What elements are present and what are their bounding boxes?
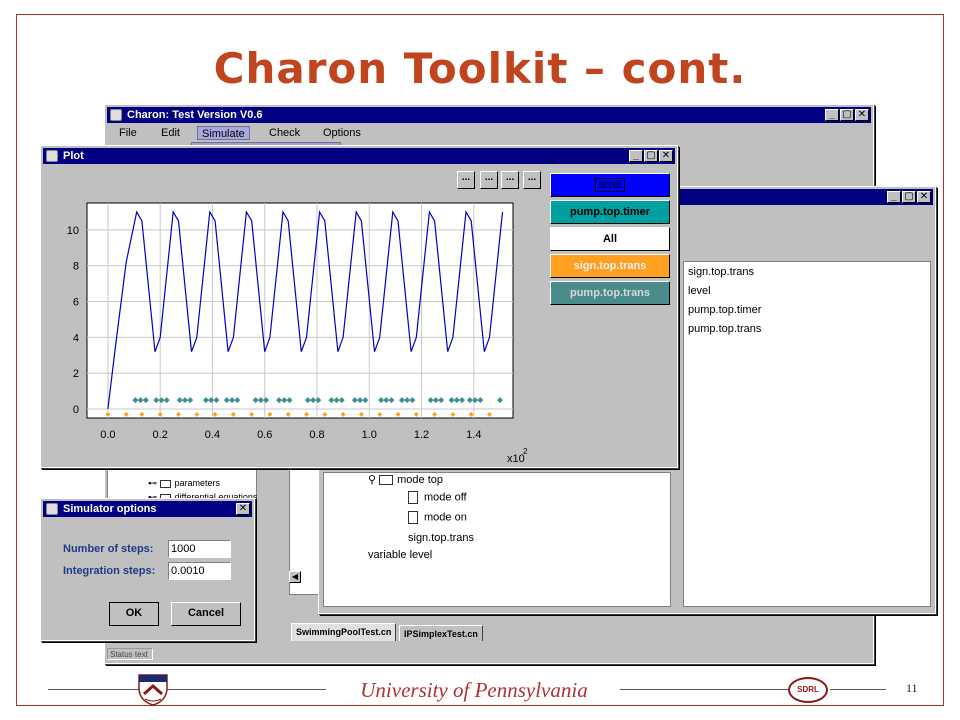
maximize-icon[interactable]: ▢ xyxy=(902,191,916,203)
tree-node-icon: ⊷ xyxy=(148,478,160,488)
x-tick-label: 0.8 xyxy=(309,429,324,441)
main-window-controls: _ ▢ ✕ xyxy=(824,109,869,121)
ok-button[interactable]: OK xyxy=(109,602,159,626)
dialog-controls: ✕ xyxy=(235,503,250,515)
menu-options[interactable]: Options xyxy=(319,126,365,140)
plot-chart: 0.0 0.2 0.4 0.6 0.8 1.0 1.2 1.40246810x102 xyxy=(67,202,528,465)
x-tick-label: 1.2 xyxy=(414,429,429,441)
y-tick-label: 4 xyxy=(73,332,79,344)
folder-icon xyxy=(379,475,394,486)
x-tick-label: 1.4 xyxy=(466,429,481,441)
y-tick-label: 10 xyxy=(67,225,79,237)
main-titlebar[interactable]: Charon: Test Version V0.6 _ ▢ ✕ xyxy=(107,107,871,123)
variable-list: sign.top.trans level pump.top.timer pump… xyxy=(683,261,931,607)
simulator-options-dialog: Simulator options ✕ Number of steps: 100… xyxy=(40,498,255,641)
main-window-title: Charon: Test Version V0.6 xyxy=(127,109,263,121)
variable-item[interactable]: pump.top.timer xyxy=(688,304,761,316)
footer-rule-left xyxy=(48,689,326,690)
y-tick-label: 8 xyxy=(73,261,79,273)
menu-simulate[interactable]: Simulate xyxy=(197,126,250,140)
maximize-icon[interactable]: ▢ xyxy=(840,109,854,121)
y-tick-label: 2 xyxy=(73,368,79,380)
x-tick-label: 0.4 xyxy=(205,429,220,441)
variable-item[interactable]: pump.top.trans xyxy=(688,323,761,335)
tab-swimming-pool[interactable]: SwimmingPoolTest.cn xyxy=(291,623,397,641)
tree-item-parameters[interactable]: ⊷ parameters xyxy=(148,478,220,489)
mode-item-on[interactable]: mode on xyxy=(408,511,467,524)
close-icon[interactable]: ✕ xyxy=(917,191,931,203)
x-tick-label: 1.0 xyxy=(362,429,377,441)
x-tick-label: 0.6 xyxy=(257,429,272,441)
x-tick-label: 0.2 xyxy=(153,429,168,441)
tab-ip-simplex[interactable]: IPSimplexTest.cn xyxy=(399,625,483,641)
integration-steps-label: Integration steps: xyxy=(63,565,156,577)
minimize-icon[interactable]: _ xyxy=(887,191,901,203)
menu-file[interactable]: File xyxy=(115,126,141,140)
y-tick-label: 0 xyxy=(73,404,79,416)
minimize-icon[interactable]: _ xyxy=(825,109,839,121)
mode-item-sign-trans[interactable]: sign.top.trans xyxy=(408,532,474,544)
menu-check[interactable]: Check xyxy=(265,126,304,140)
simulator-options-titlebar[interactable]: Simulator options ✕ xyxy=(43,501,252,517)
document-icon xyxy=(408,491,418,504)
steps-label: Number of steps: xyxy=(63,543,154,555)
integration-steps-input[interactable]: 0.0010 xyxy=(168,562,231,580)
slide-title: Charon Toolkit – cont. xyxy=(213,44,747,93)
university-name: University of Pennsylvania xyxy=(360,678,588,702)
tree-node-icon: ⚲ xyxy=(368,474,380,486)
mode-item-variable-level[interactable]: variable level xyxy=(368,549,432,561)
steps-input[interactable]: 1000 xyxy=(168,540,231,558)
y-tick-label: 6 xyxy=(73,297,79,309)
menu-edit[interactable]: Edit xyxy=(157,126,184,140)
variables-window-controls: _ ▢ ✕ xyxy=(886,191,931,203)
app-icon xyxy=(110,109,122,121)
footer-rule-right xyxy=(830,689,886,690)
app-icon xyxy=(46,503,58,515)
university-seal-icon xyxy=(138,674,168,706)
mode-item-off[interactable]: mode off xyxy=(408,491,467,504)
close-icon[interactable]: ✕ xyxy=(236,503,250,515)
x-axis-exponent: 2 xyxy=(523,447,528,456)
scroll-left-arrow-icon[interactable]: ◀ xyxy=(289,571,301,583)
document-icon xyxy=(408,511,418,524)
variable-item[interactable]: level xyxy=(688,285,711,297)
mode-tree: ⚲ mode top mode off mode on sign.top.tra… xyxy=(323,472,671,607)
folder-icon xyxy=(159,479,171,488)
menubar: File Edit Simulate Check Options xyxy=(107,124,871,142)
simulator-options-title: Simulator options xyxy=(63,503,157,515)
variable-item[interactable]: sign.top.trans xyxy=(688,266,754,278)
close-icon[interactable]: ✕ xyxy=(855,109,869,121)
cancel-button[interactable]: Cancel xyxy=(171,602,241,626)
mode-item-top[interactable]: ⚲ mode top xyxy=(368,473,443,486)
page-number: 11 xyxy=(906,681,918,695)
sdrl-logo: SDRL xyxy=(788,677,828,703)
status-bar: Status text xyxy=(107,648,153,660)
footer-rule-mid xyxy=(620,689,788,690)
plot-window: Plot _ ▢ ✕ ... ... ... ... level pump.top.… xyxy=(40,145,678,468)
x-tick-label: 0.0 xyxy=(100,429,115,441)
